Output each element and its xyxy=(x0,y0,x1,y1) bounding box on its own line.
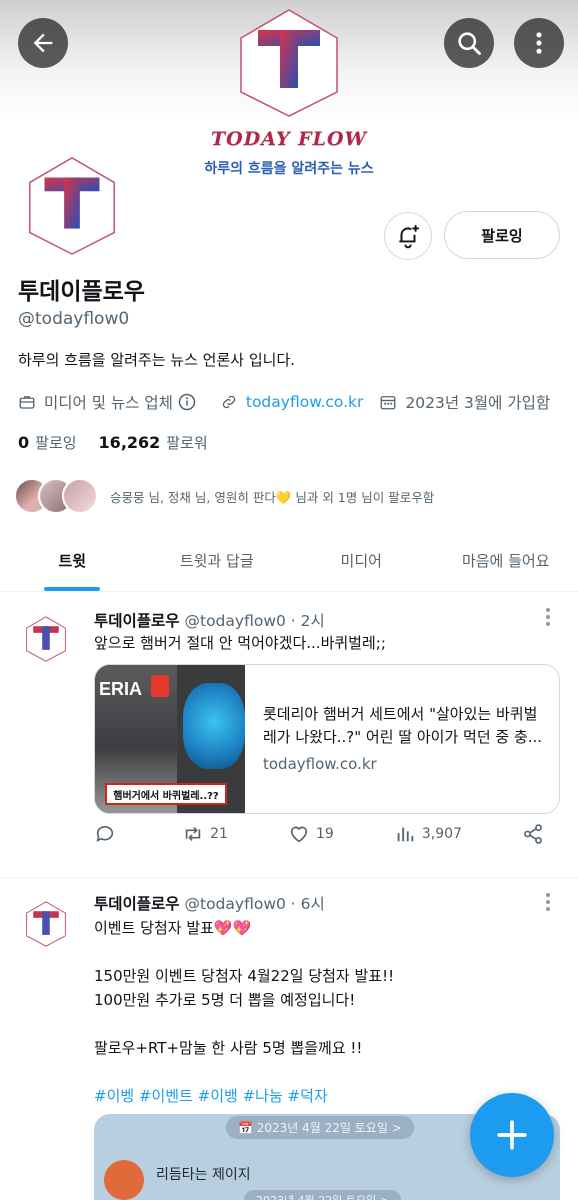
tweet-header: 투데이플로우 @todayflow0 · 2시 xyxy=(94,609,325,631)
card-thumbnail: ERIA 햄버거에서 바퀴벌레..?? xyxy=(95,665,245,813)
calendar-icon xyxy=(380,396,396,410)
followers-label: 팔로워 xyxy=(166,434,208,452)
tweet-avatar[interactable] xyxy=(20,613,72,665)
profile-meta: 미디어 및 뉴스 업체 todayflow.co.kr 2023년 3월에 가입… xyxy=(18,391,574,413)
tweet-text: 이벤트 당첨자 발표💖💖 150만원 이벤트 당첨자 4월22일 당첨자 발표!… xyxy=(94,916,394,1108)
banner-logo xyxy=(234,8,344,118)
card-image-caption: 햄버거에서 바퀴벌레..?? xyxy=(105,783,227,805)
card-title: 롯데리아 햄버거 세트에서 "살아있는 바퀴벌레가 나왔다..?" 어린 딸 아… xyxy=(263,705,543,746)
back-button[interactable] xyxy=(18,18,68,68)
tweet-line: 이벤트 당첨자 발표💖💖 xyxy=(94,919,252,937)
followers-stat[interactable]: 16,262 팔로워 xyxy=(99,432,208,453)
tweet-line: 팔로우+RT+맘눌 한 사람 5명 뽑을께요 !! xyxy=(94,1039,363,1057)
reply-icon xyxy=(96,825,114,842)
retweet-button[interactable]: 21 xyxy=(182,823,228,845)
following-button[interactable]: 팔로잉 xyxy=(444,211,560,259)
share-button[interactable] xyxy=(522,823,550,845)
compose-tweet-button[interactable] xyxy=(470,1093,554,1177)
todayflow-logo-icon xyxy=(20,613,72,665)
bell-plus-icon xyxy=(399,225,419,249)
tab-likes[interactable]: 마음에 들어요 xyxy=(434,530,578,591)
tab-label: 트윗 xyxy=(58,552,87,570)
like-count: 19 xyxy=(315,826,334,842)
tab-tweets-replies[interactable]: 트윗과 답글 xyxy=(145,530,290,591)
tab-label: 트윗과 답글 xyxy=(179,552,254,570)
tab-label: 미디어 xyxy=(340,552,382,570)
retweet-count: 21 xyxy=(210,826,228,842)
vertical-dots-icon xyxy=(536,32,542,54)
bar-chart-icon xyxy=(397,827,414,842)
tweet-author-name[interactable]: 투데이플로우 xyxy=(94,895,180,913)
search-icon xyxy=(458,32,481,55)
share-icon xyxy=(524,824,542,844)
user-handle: @todayflow0 xyxy=(18,309,130,329)
followed-by-text: 승뭉뭉 님, 정채 님, 영원히 판다💛 님과 외 1명 님이 팔로우함 xyxy=(110,489,435,505)
card-body: 롯데리아 햄버거 세트에서 "살아있는 바퀴벌레가 나왔다..?" 어린 딸 아… xyxy=(263,703,547,773)
todayflow-logo-icon xyxy=(20,898,72,950)
follower-avatar xyxy=(62,478,98,514)
tweet-hashtags[interactable]: #이벵 #이벤트 #이뱅 #나눔 #덕자 xyxy=(94,1084,394,1108)
tweet-more-icon[interactable] xyxy=(538,605,558,629)
tweet-time[interactable]: · 2시 xyxy=(291,612,325,630)
reply-button[interactable] xyxy=(94,823,122,845)
search-button[interactable] xyxy=(444,18,494,68)
heart-icon xyxy=(290,826,308,843)
following-count: 0 xyxy=(18,433,30,452)
website-link[interactable]: todayflow.co.kr xyxy=(220,393,364,411)
embed-sender-name: 리듬타는 제이지 xyxy=(156,1167,251,1183)
following-label: 팔로잉 xyxy=(35,434,77,452)
tab-label: 마음에 들어요 xyxy=(461,552,550,570)
profile-avatar[interactable] xyxy=(14,148,130,264)
profile-tabs: 트윗 트윗과 답글 미디어 마음에 들어요 xyxy=(0,530,578,592)
active-tab-indicator xyxy=(44,587,101,591)
joined-item: 2023년 3월에 가입함 xyxy=(379,391,550,413)
info-icon[interactable] xyxy=(178,393,196,411)
tab-tweets[interactable]: 트윗 xyxy=(0,530,145,591)
arrow-left-icon xyxy=(33,33,53,53)
banner-brand: TODAY FLOW xyxy=(211,128,367,150)
card-domain: todayflow.co.kr xyxy=(263,755,377,773)
followers-count: 16,262 xyxy=(98,433,161,452)
like-button[interactable]: 19 xyxy=(288,823,334,845)
plus-icon xyxy=(497,1120,527,1150)
tweet-text: 앞으로 햄버거 절대 안 먹어야겠다...바퀴벌레;; xyxy=(94,634,386,652)
retweet-icon xyxy=(185,826,201,842)
tweet-line: 150만원 이벤트 당첨자 4월22일 당첨자 발표!! xyxy=(94,967,395,985)
tweet-avatar[interactable] xyxy=(20,898,72,950)
profile-bio: 하루의 흐름을 알려주는 뉴스 언론사 입니다. xyxy=(18,351,296,369)
tweet[interactable]: 투데이플로우 @todayflow0 · 2시 앞으로 햄버거 절대 안 먹어야… xyxy=(0,593,578,878)
tweet-author-handle[interactable]: @todayflow0 xyxy=(185,895,286,913)
tweet-author-name[interactable]: 투데이플로우 xyxy=(94,612,180,630)
website-url[interactable]: todayflow.co.kr xyxy=(246,393,364,411)
following-stat[interactable]: 0 팔로잉 xyxy=(18,432,77,453)
followed-by-row[interactable]: 승뭉뭉 님, 정채 님, 영원히 판다💛 님과 외 1명 님이 팔로우함 xyxy=(14,478,434,514)
embed-date-chip: 📅 2023년 4월 22일 토요일 > xyxy=(226,1116,414,1139)
more-options-button[interactable] xyxy=(514,18,564,68)
todayflow-logo-icon xyxy=(29,157,115,255)
tweet-line: 100만원 추가로 5명 더 뽑을 예정입니다! xyxy=(94,991,356,1009)
follow-stats: 0 팔로잉 16,262 팔로워 xyxy=(18,432,230,453)
category-label: 미디어 및 뉴스 업체 xyxy=(44,394,173,412)
tweet-header: 투데이플로우 @todayflow0 · 6시 xyxy=(94,892,325,914)
tweet-author-handle[interactable]: @todayflow0 xyxy=(185,612,286,630)
views-button[interactable]: 3,907 xyxy=(394,823,462,845)
embed-date-chip: 2023년 4월 22일 토요일 > xyxy=(244,1190,401,1200)
embed-avatar xyxy=(104,1160,144,1200)
display-name: 투데이플로우 xyxy=(18,279,145,305)
tweet-actions: 21 19 3,907 xyxy=(94,823,550,845)
tweet-more-icon[interactable] xyxy=(538,890,558,914)
tweet-time[interactable]: · 6시 xyxy=(291,895,325,913)
link-icon xyxy=(222,395,236,409)
category-item: 미디어 및 뉴스 업체 xyxy=(18,391,204,413)
briefcase-icon xyxy=(19,396,35,409)
link-card[interactable]: ERIA 햄버거에서 바퀴벌레..?? 롯데리아 햄버거 세트에서 "살아있는 … xyxy=(94,664,560,814)
tab-media[interactable]: 미디어 xyxy=(289,530,434,591)
view-count: 3,907 xyxy=(421,826,462,842)
notification-bell-button[interactable] xyxy=(384,212,432,260)
joined-date: 2023년 3월에 가입함 xyxy=(405,394,551,412)
card-image-brand: ERIA xyxy=(99,679,143,699)
